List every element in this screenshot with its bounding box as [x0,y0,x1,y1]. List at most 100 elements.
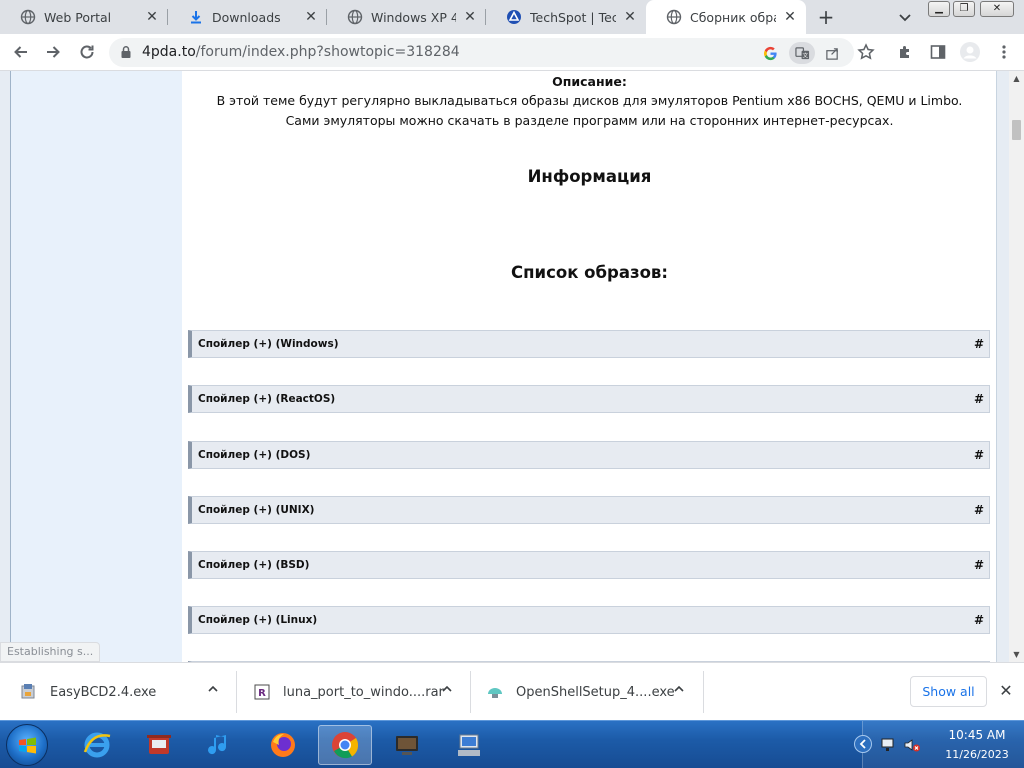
maximize-button[interactable]: ❐ [953,1,975,17]
spoiler-unix[interactable]: Спойлер (+) (UNIX) # [188,496,990,524]
techspot-icon [506,9,522,25]
new-tab-button[interactable]: + [814,5,838,29]
spoiler-anchor-link[interactable]: # [974,337,984,351]
shell-icon [488,688,502,698]
download-filename: EasyBCD2.4.exe [50,684,157,700]
show-hidden-icons-button[interactable] [854,735,872,753]
scroll-down-arrow-icon[interactable]: ▼ [1009,647,1024,662]
forward-button[interactable] [41,40,65,64]
tab-close-icon[interactable]: ✕ [144,9,160,25]
spoiler-label: Спойлер (+) (Linux) [198,614,318,626]
svg-text:R: R [258,688,266,699]
installer-icon [21,684,35,699]
tab-title: Windows XP 4 Life [371,9,456,25]
scrollbar-thumb[interactable] [1012,120,1021,140]
network-icon[interactable] [880,737,898,753]
clock-date[interactable]: 11/26/2023 [937,748,1017,761]
page-viewport: Описание: В этой теме будут регулярно вы… [0,71,1009,662]
bookmark-star-button[interactable] [854,40,878,64]
volume-muted-icon[interactable] [903,737,921,753]
spoiler-dos[interactable]: Спойлер (+) (DOS) # [188,441,990,469]
close-window-button[interactable]: ✕ [980,1,1014,17]
forum-left-column [10,71,182,662]
spoiler-anchor-link[interactable]: # [974,392,984,406]
browser-toolbar: 4pda.to/forum/index.php?showtopic=318284… [0,34,1024,71]
tab-downloads[interactable]: Downloads ✕ [168,0,327,34]
control-panel-icon[interactable] [442,725,496,765]
globe-icon [347,9,363,25]
scroll-up-arrow-icon[interactable]: ▲ [1009,71,1024,86]
side-panel-button[interactable] [926,40,950,64]
spoiler-linux[interactable]: Спойлер (+) (Linux) # [188,606,990,634]
forum-post-content: Описание: В этой теме будут регулярно вы… [182,71,997,662]
chevron-left-icon [859,739,866,749]
google-icon[interactable] [759,42,781,64]
reload-icon [80,45,94,59]
tab-title: Сборник образо [690,9,776,25]
extensions-button[interactable] [894,40,918,64]
spoiler-reactos[interactable]: Спойлер (+) (ReactOS) # [188,385,990,413]
address-bar[interactable]: 4pda.to/forum/index.php?showtopic=318284… [109,38,854,67]
chevron-up-icon[interactable] [671,683,687,699]
chrome-icon[interactable] [318,725,372,765]
forward-arrow-icon [47,46,60,58]
side-panel-icon [930,45,946,59]
spoiler-label: Спойлер (+) (UNIX) [198,504,315,516]
spoiler-anchor-link[interactable]: # [974,448,984,462]
tab-active[interactable]: Сборник образо ✕ [646,0,806,34]
profile-button[interactable] [958,40,982,64]
spoiler-anchor-link[interactable]: # [974,503,984,517]
url-text: 4pda.to/forum/index.php?showtopic=318284 [142,44,460,60]
spoiler-anchor-link[interactable]: # [974,613,984,627]
media-player-icon[interactable] [192,725,246,765]
translate-icon[interactable]: 文 [789,42,815,64]
start-button[interactable] [6,724,48,766]
spoiler-bsd[interactable]: Спойлер (+) (BSD) # [188,551,990,579]
lock-icon [121,46,131,58]
clock-time[interactable]: 10:45 AM [941,728,1013,742]
chevron-up-icon[interactable] [205,683,221,699]
spoiler-label: Спойлер (+) (ReactOS) [198,393,336,405]
tab-search-button[interactable] [894,6,916,28]
back-button[interactable] [9,40,33,64]
browser-menu-button[interactable] [992,40,1016,64]
download-filename: luna_port_to_windo....rar [283,684,444,700]
download-item[interactable]: EasyBCD2.4.exe [0,663,237,721]
show-all-downloads-button[interactable]: Show all [910,676,987,707]
spoiler-anchor-link[interactable]: # [974,558,984,572]
svg-text:文: 文 [802,51,808,59]
tab-title: TechSpot | Tech E [530,9,616,25]
spoiler-windows[interactable]: Спойлер (+) (Windows) # [188,330,990,358]
close-shelf-icon[interactable]: ✕ [996,681,1016,701]
rar-archive-icon: R [254,684,270,700]
system-tray: 10:45 AM 11/26/2023 [854,721,1024,768]
section-heading-info: Информация [527,167,652,186]
page-scrollbar[interactable]: ▲ ▼ [1009,71,1024,662]
tab-close-icon[interactable]: ✕ [782,9,798,25]
internet-explorer-icon[interactable] [70,725,124,765]
section-heading-images: Список образов: [511,263,668,282]
description-heading: Описание: [552,74,627,89]
chevron-up-icon[interactable] [439,683,455,699]
kebab-menu-icon [1002,45,1006,59]
remote-desktop-icon[interactable] [380,725,434,765]
download-item[interactable]: OpenShellSetup_4....exe [471,663,704,721]
tab-close-icon[interactable]: ✕ [462,9,478,25]
download-item[interactable]: R luna_port_to_windo....rar [237,663,471,721]
share-icon[interactable] [821,42,843,64]
reload-button[interactable] [75,40,99,64]
tab-windows-xp-4-life[interactable]: Windows XP 4 Life ✕ [327,0,486,34]
tab-techspot[interactable]: TechSpot | Tech E ✕ [486,0,646,34]
tab-close-icon[interactable]: ✕ [303,9,319,25]
puzzle-icon [900,46,909,58]
globe-icon [20,9,36,25]
tab-close-icon[interactable]: ✕ [622,9,638,25]
description-line: Сами эмуляторы можно скачать в разделе п… [285,113,894,128]
firefox-icon[interactable] [256,725,310,765]
media-center-icon[interactable] [132,725,186,765]
spoiler-label: Спойлер (+) (BSD) [198,559,310,571]
spoiler-label: Спойлер (+) (Windows) [198,338,339,350]
download-filename: OpenShellSetup_4....exe [516,684,675,700]
tab-web-portal[interactable]: Web Portal ✕ [0,0,168,34]
minimize-button[interactable]: ▁ [928,1,950,17]
